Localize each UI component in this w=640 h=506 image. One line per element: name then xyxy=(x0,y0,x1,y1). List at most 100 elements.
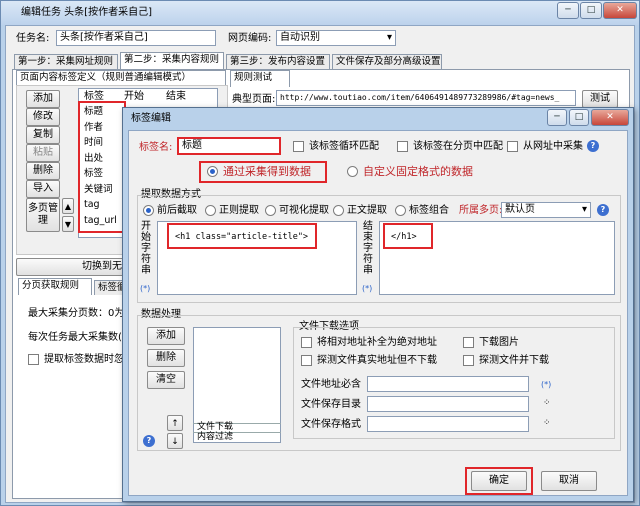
tag-list-item[interactable]: 作者 xyxy=(84,120,124,136)
tab-rule-test[interactable]: 规则测试 xyxy=(230,70,290,87)
arrow-up-icon: ▲ xyxy=(64,202,72,211)
in-page-match-label: 该标签在分页中匹配 xyxy=(413,141,503,152)
title-bar: 编辑任务 头条[按作者采自己] ─ □ ✕ xyxy=(1,1,639,25)
tag-list-item[interactable]: tag_url xyxy=(84,213,124,229)
mode-custom-radio[interactable] xyxy=(347,166,358,177)
dialog-minimize-button[interactable]: ─ xyxy=(547,109,567,126)
probe-no-download-label: 探测文件真实地址但不下载 xyxy=(317,355,437,366)
move-up-button[interactable]: ▲ xyxy=(62,198,74,214)
absolute-url-checkbox[interactable] xyxy=(301,337,312,348)
column-start: 开始 xyxy=(124,91,144,102)
method-radio-1[interactable] xyxy=(205,205,216,216)
tag-list-item[interactable]: 出处 xyxy=(84,151,124,167)
dialog-title: 标签编辑 xyxy=(131,113,171,124)
chevron-down-icon: ▾ xyxy=(581,204,587,215)
method-label-2: 可视化提取 xyxy=(279,205,329,216)
file-dir-label: 文件保存目录 xyxy=(301,399,361,410)
method-radio-2[interactable] xyxy=(265,205,276,216)
file-fmt-input[interactable] xyxy=(367,416,529,432)
modify-tag-button[interactable]: 修改 xyxy=(26,108,60,126)
end-param[interactable]: (*) xyxy=(362,283,372,295)
loop-match-checkbox[interactable] xyxy=(293,141,304,152)
task-name-label: 任务名: xyxy=(16,33,50,44)
mode-collect-label: 通过采集得到数据 xyxy=(223,165,311,178)
ignore-checkbox[interactable] xyxy=(28,354,39,365)
file-url-param[interactable]: (*) xyxy=(541,379,551,391)
minimize-button[interactable]: ─ xyxy=(557,2,579,19)
tab-step1[interactable]: 第一步：采集网址规则 xyxy=(14,54,118,69)
method-radio-3[interactable] xyxy=(333,205,344,216)
proc-add-button[interactable]: 添加 xyxy=(147,327,185,345)
from-url-checkbox[interactable] xyxy=(507,141,518,152)
multipage-manage-button[interactable]: 多页管理 xyxy=(26,198,60,232)
typical-page-label: 典型页面: xyxy=(232,94,276,105)
window-title: 编辑任务 头条[按作者采自己] xyxy=(21,7,152,18)
download-images-checkbox[interactable] xyxy=(463,337,474,348)
probe-download-checkbox[interactable] xyxy=(463,355,474,366)
file-dir-input[interactable] xyxy=(367,396,529,412)
proc-up-button[interactable]: ↑ xyxy=(167,415,183,431)
tag-list-item[interactable]: 时间 xyxy=(84,135,124,151)
close-button[interactable]: ✕ xyxy=(603,2,637,19)
help-icon[interactable]: ? xyxy=(143,435,155,447)
tag-list-item[interactable]: tag xyxy=(84,197,124,213)
method-radio-0[interactable] xyxy=(143,205,154,216)
file-url-must-label: 文件地址必含 xyxy=(301,379,361,390)
delete-tag-button[interactable]: 删除 xyxy=(26,162,60,180)
tag-name-label: 标签名: xyxy=(139,142,173,153)
tab-step4[interactable]: 文件保存及部分高级设置 xyxy=(332,54,442,69)
tab-pagination[interactable]: 分页获取规则 xyxy=(18,278,92,295)
max-pages-label: 最大采集分页数：0为不 xyxy=(28,308,135,319)
download-images-label: 下载图片 xyxy=(479,337,519,348)
tab-step3[interactable]: 第三步：发布内容设置 xyxy=(226,54,330,69)
browse-icon[interactable]: ⁘ xyxy=(543,397,551,409)
tag-list-item[interactable]: 关键词 xyxy=(84,182,124,198)
ok-button[interactable]: 确定 xyxy=(471,471,527,491)
method-label-3: 正文提取 xyxy=(347,205,387,216)
paste-tag-button[interactable]: 粘贴 xyxy=(26,144,60,162)
cancel-button[interactable]: 取消 xyxy=(541,471,597,491)
in-page-match-checkbox[interactable] xyxy=(397,141,408,152)
browse-icon[interactable]: ⁘ xyxy=(543,417,551,429)
tag-list-item[interactable]: 标题 xyxy=(84,104,124,120)
page-value: 默认页 xyxy=(505,204,535,215)
mode-collect-radio[interactable] xyxy=(207,166,218,177)
file-url-must-input[interactable] xyxy=(367,376,529,392)
task-name-input[interactable]: 头条[按作者采自己] xyxy=(56,30,216,46)
loop-match-label: 该标签循环匹配 xyxy=(309,141,379,152)
absolute-url-label: 将相对地址补全为绝对地址 xyxy=(317,337,437,348)
maximize-button[interactable]: □ xyxy=(580,2,602,19)
tag-list-item[interactable]: 标签 xyxy=(84,166,124,182)
method-label-4: 标签组合 xyxy=(409,205,449,216)
dialog-maximize-button[interactable]: □ xyxy=(569,109,589,126)
tag-name-input[interactable]: 标题 xyxy=(177,137,281,155)
page-select[interactable]: 默认页 ▾ xyxy=(501,202,591,218)
start-param[interactable]: (*) xyxy=(140,283,150,295)
from-url-label: 从网址中采集 xyxy=(523,141,583,152)
import-tag-button[interactable]: 导入 xyxy=(26,180,60,198)
start-string-value: <h1 class="article-title"> xyxy=(175,232,309,242)
copy-tag-button[interactable]: 复制 xyxy=(26,126,60,144)
column-end: 结束 xyxy=(166,91,186,102)
max-per-task-label: 每次任务最大采集数(0 xyxy=(28,332,129,343)
test-button[interactable]: 测试 xyxy=(582,90,618,108)
page-label: 所属多页: xyxy=(459,205,503,216)
processing-item-1[interactable]: 内容过滤 xyxy=(197,431,233,443)
proc-clear-button[interactable]: 清空 xyxy=(147,371,185,389)
ignore-label: 提取标签数据时忽略 xyxy=(44,354,134,365)
tab-step2[interactable]: 第二步：采集内容规则 xyxy=(120,52,224,69)
method-label-1: 正则提取 xyxy=(219,205,259,216)
proc-delete-button[interactable]: 删除 xyxy=(147,349,185,367)
help-icon[interactable]: ? xyxy=(597,204,609,216)
tag-items: 标题 作者 时间 出处 标签 关键词 tag tag_url xyxy=(84,104,124,228)
method-radio-4[interactable] xyxy=(395,205,406,216)
dialog-close-button[interactable]: ✕ xyxy=(591,109,629,126)
proc-down-button[interactable]: ↓ xyxy=(167,433,183,449)
typical-page-url[interactable]: http://www.toutiao.com/item/640649148977… xyxy=(276,90,576,106)
chevron-down-icon: ▾ xyxy=(386,32,392,43)
encoding-select[interactable]: 自动识别 ▾ xyxy=(276,30,396,46)
move-down-button[interactable]: ▼ xyxy=(62,216,74,232)
probe-no-download-checkbox[interactable] xyxy=(301,355,312,366)
add-tag-button[interactable]: 添加 xyxy=(26,90,60,108)
help-icon[interactable]: ? xyxy=(587,140,599,152)
